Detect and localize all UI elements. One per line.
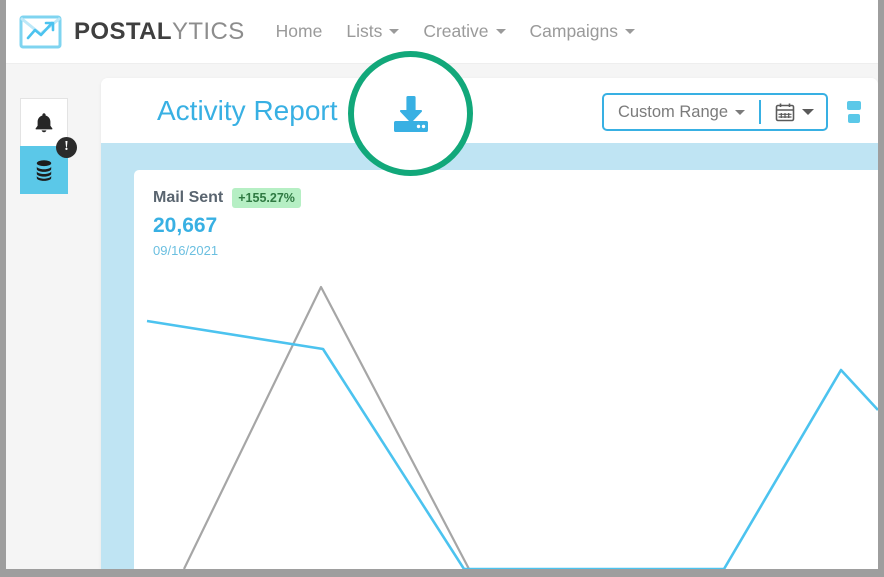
header-tools: Custom Range [601,93,868,131]
bell-icon [35,112,53,132]
chevron-down-icon [625,29,636,34]
nav-item-label: Creative [423,21,489,41]
tool-bar-bottom [848,114,860,123]
activity-line-chart [146,285,878,569]
sidebar-item-data[interactable]: ! [20,137,77,194]
brand-name-bold: POSTAL [74,17,172,45]
calendar-picker-button[interactable] [761,102,826,122]
download-report-button-highlight[interactable] [348,51,473,176]
chevron-down-icon [389,29,400,34]
content-panel: Activity Report Custom Range Mail Sent +… [101,78,878,569]
brand-name: POSTALYTICS [74,18,245,46]
nav-item-lists[interactable]: Lists [346,15,400,48]
main-navigation: Home Lists Creative Campaigns [276,15,659,48]
browser-window: POSTALYTICS Home Lists Creative Campaign… [0,0,884,577]
date-range-label-button[interactable]: Custom Range [604,103,759,122]
download-icon [393,95,428,132]
nav-item-creative[interactable]: Creative [423,15,506,48]
database-icon [36,160,52,181]
alert-badge: ! [56,137,77,158]
date-range-value: Custom Range [617,102,728,121]
chevron-down-icon [735,109,745,115]
report-band: Mail Sent +155.27% 20,667 09/16/2021 [101,143,878,569]
envelope-chart-logo-icon [19,15,62,48]
top-navbar: POSTALYTICS Home Lists Creative Campaign… [6,0,878,64]
page-viewport: POSTALYTICS Home Lists Creative Campaign… [6,0,878,569]
chart-series-mail-sent [146,319,878,569]
nav-item-campaigns[interactable]: Campaigns [530,15,636,48]
chart-series-previous [183,285,470,569]
nav-item-home[interactable]: Home [276,15,323,48]
date-range-picker[interactable]: Custom Range [601,93,828,131]
nav-item-label: Home [275,21,323,41]
left-icon-rail: ! [20,98,77,194]
page-title: Activity Report [157,94,338,126]
brand-logo[interactable]: POSTALYTICS [19,14,245,50]
calendar-icon [775,103,795,122]
nav-item-label: Campaigns [529,21,619,41]
chevron-down-icon [495,29,506,34]
overflow-tool-button[interactable] [840,95,868,129]
chevron-down-icon [802,109,814,115]
brand-name-light: YTICS [171,17,245,45]
tool-bar-top [847,101,861,110]
nav-item-label: Lists [346,21,383,41]
panel-header: Activity Report Custom Range [101,78,878,143]
report-card: Mail Sent +155.27% 20,667 09/16/2021 [134,170,878,569]
